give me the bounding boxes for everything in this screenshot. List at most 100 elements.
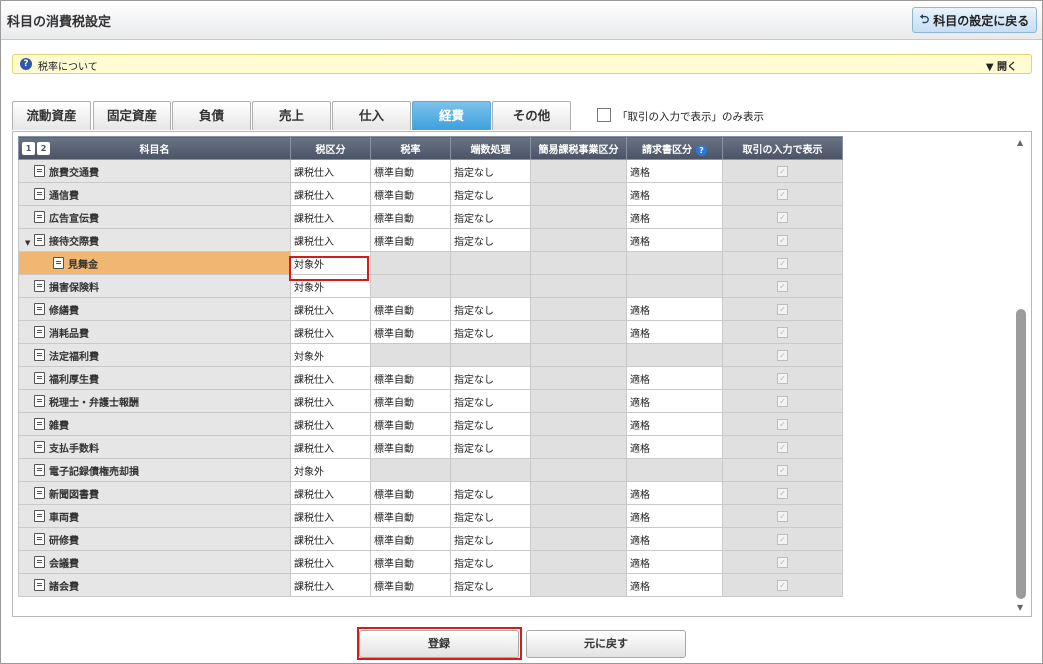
tax-category-cell[interactable]: 課税仕入 (290, 481, 371, 505)
account-name-cell[interactable]: 会議費 (18, 550, 291, 574)
invoice-type-cell[interactable]: 適格 (626, 550, 723, 574)
tax-rate-info-bar[interactable]: ? 税率について ▼ 開く (12, 54, 1032, 74)
invoice-type-cell[interactable]: 適格 (626, 573, 723, 597)
scrollbar-thumb[interactable] (1016, 309, 1026, 599)
rounding-cell[interactable]: 指定なし (450, 297, 531, 321)
tab-6[interactable]: その他 (492, 101, 571, 130)
tax-category-cell[interactable]: 課税仕入 (290, 182, 371, 206)
account-name-cell[interactable]: 研修費 (18, 527, 291, 551)
account-name-cell[interactable]: 広告宣伝費 (18, 205, 291, 229)
vertical-scrollbar[interactable]: ▲ ▼ (1014, 136, 1029, 614)
invoice-type-cell[interactable]: 適格 (626, 205, 723, 229)
table-row[interactable]: 損害保険料 対象外 ✓ (18, 274, 843, 298)
rounding-cell[interactable]: 指定なし (450, 481, 531, 505)
tax-category-cell[interactable]: 課税仕入 (290, 573, 371, 597)
filter-checkbox[interactable] (597, 108, 611, 122)
account-name-cell[interactable]: 通信費 (18, 182, 291, 206)
page-button-2[interactable]: 2 (37, 142, 50, 155)
table-row[interactable]: 広告宣伝費 課税仕入 標準自動 指定なし 適格 ✓ (18, 205, 843, 229)
invoice-type-cell[interactable]: 適格 (626, 366, 723, 390)
account-name-cell[interactable]: 見舞金 (18, 251, 291, 275)
tax-category-cell[interactable]: 課税仕入 (290, 297, 371, 321)
tax-category-cell[interactable]: 課税仕入 (290, 205, 371, 229)
tax-category-cell[interactable]: 対象外 (290, 458, 371, 482)
table-row[interactable]: 福利厚生費 課税仕入 標準自動 指定なし 適格 ✓ (18, 366, 843, 390)
tax-rate-cell[interactable]: 標準自動 (370, 504, 451, 528)
invoice-type-cell[interactable]: 適格 (626, 435, 723, 459)
tax-category-cell[interactable]: 課税仕入 (290, 504, 371, 528)
tax-rate-cell[interactable]: 標準自動 (370, 205, 451, 229)
account-name-cell[interactable]: 福利厚生費 (18, 366, 291, 390)
tax-category-cell[interactable]: 課税仕入 (290, 550, 371, 574)
tab-0[interactable]: 流動資産 (12, 101, 91, 130)
tax-rate-cell[interactable]: 標準自動 (370, 297, 451, 321)
table-row[interactable]: 雑費 課税仕入 標準自動 指定なし 適格 ✓ (18, 412, 843, 436)
rounding-cell[interactable]: 指定なし (450, 527, 531, 551)
tax-rate-cell[interactable]: 標準自動 (370, 481, 451, 505)
invoice-type-cell[interactable]: 適格 (626, 320, 723, 344)
tax-category-cell[interactable]: 課税仕入 (290, 389, 371, 413)
table-row[interactable]: 諸会費 課税仕入 標準自動 指定なし 適格 ✓ (18, 573, 843, 597)
revert-button[interactable]: 元に戻す (526, 630, 686, 658)
invoice-type-cell[interactable]: 適格 (626, 389, 723, 413)
tax-category-cell[interactable]: 課税仕入 (290, 159, 371, 183)
back-to-account-settings-button[interactable]: ⮌ 科目の設定に戻る (912, 7, 1037, 33)
rounding-cell[interactable]: 指定なし (450, 159, 531, 183)
account-name-cell[interactable]: 雑費 (18, 412, 291, 436)
rounding-cell[interactable]: 指定なし (450, 366, 531, 390)
invoice-type-cell[interactable]: 適格 (626, 228, 723, 252)
account-name-cell[interactable]: 支払手数料 (18, 435, 291, 459)
account-name-cell[interactable]: 損害保険料 (18, 274, 291, 298)
tax-rate-cell[interactable]: 標準自動 (370, 320, 451, 344)
rounding-cell[interactable]: 指定なし (450, 205, 531, 229)
table-row[interactable]: 消耗品費 課税仕入 標準自動 指定なし 適格 ✓ (18, 320, 843, 344)
table-row[interactable]: 通信費 課税仕入 標準自動 指定なし 適格 ✓ (18, 182, 843, 206)
tax-rate-cell[interactable]: 標準自動 (370, 527, 451, 551)
account-name-cell[interactable]: 車両費 (18, 504, 291, 528)
rounding-cell[interactable]: 指定なし (450, 182, 531, 206)
tax-rate-cell[interactable]: 標準自動 (370, 228, 451, 252)
expand-triangle-icon[interactable]: ▼ (25, 239, 34, 247)
account-name-cell[interactable]: 電子記録債権売却損 (18, 458, 291, 482)
table-row[interactable]: 新聞図書費 課税仕入 標準自動 指定なし 適格 ✓ (18, 481, 843, 505)
rounding-cell[interactable]: 指定なし (450, 550, 531, 574)
tab-3[interactable]: 売上 (252, 101, 331, 130)
tab-4[interactable]: 仕入 (332, 101, 411, 130)
tax-category-cell[interactable]: 課税仕入 (290, 320, 371, 344)
table-row[interactable]: 法定福利費 対象外 ✓ (18, 343, 843, 367)
tax-category-cell[interactable]: 対象外 (290, 343, 371, 367)
tax-rate-cell[interactable]: 標準自動 (370, 159, 451, 183)
info-bar-open-toggle[interactable]: ▼ 開く (986, 58, 1017, 73)
table-row[interactable]: 研修費 課税仕入 標準自動 指定なし 適格 ✓ (18, 527, 843, 551)
tab-2[interactable]: 負債 (172, 101, 251, 130)
scroll-up-icon[interactable]: ▲ (1017, 138, 1023, 147)
tax-category-cell[interactable]: 課税仕入 (290, 527, 371, 551)
rounding-cell[interactable]: 指定なし (450, 573, 531, 597)
tax-category-cell[interactable]: 課税仕入 (290, 412, 371, 436)
table-row[interactable]: 会議費 課税仕入 標準自動 指定なし 適格 ✓ (18, 550, 843, 574)
account-name-cell[interactable]: 修繕費 (18, 297, 291, 321)
account-name-cell[interactable]: 税理士・弁護士報酬 (18, 389, 291, 413)
table-row[interactable]: 修繕費 課税仕入 標準自動 指定なし 適格 ✓ (18, 297, 843, 321)
tax-rate-cell[interactable]: 標準自動 (370, 389, 451, 413)
rounding-cell[interactable]: 指定なし (450, 435, 531, 459)
table-row[interactable]: 見舞金 対象外 ✓ (18, 251, 843, 275)
invoice-type-cell[interactable]: 適格 (626, 182, 723, 206)
page-button-1[interactable]: 1 (22, 142, 35, 155)
invoice-type-cell[interactable]: 適格 (626, 527, 723, 551)
invoice-type-cell[interactable]: 適格 (626, 412, 723, 436)
table-row[interactable]: 車両費 課税仕入 標準自動 指定なし 適格 ✓ (18, 504, 843, 528)
rounding-cell[interactable]: 指定なし (450, 412, 531, 436)
invoice-type-cell[interactable]: 適格 (626, 159, 723, 183)
rounding-cell[interactable]: 指定なし (450, 228, 531, 252)
table-row[interactable]: 電子記録債権売却損 対象外 ✓ (18, 458, 843, 482)
tax-category-cell[interactable]: 課税仕入 (290, 228, 371, 252)
scroll-down-icon[interactable]: ▼ (1017, 603, 1023, 612)
tax-rate-cell[interactable]: 標準自動 (370, 412, 451, 436)
account-name-cell[interactable]: 諸会費 (18, 573, 291, 597)
question-icon[interactable]: ? (696, 144, 707, 156)
tab-5[interactable]: 経費 (412, 101, 491, 130)
tax-category-cell[interactable]: 課税仕入 (290, 435, 371, 459)
account-name-cell[interactable]: 新聞図書費 (18, 481, 291, 505)
rounding-cell[interactable]: 指定なし (450, 504, 531, 528)
